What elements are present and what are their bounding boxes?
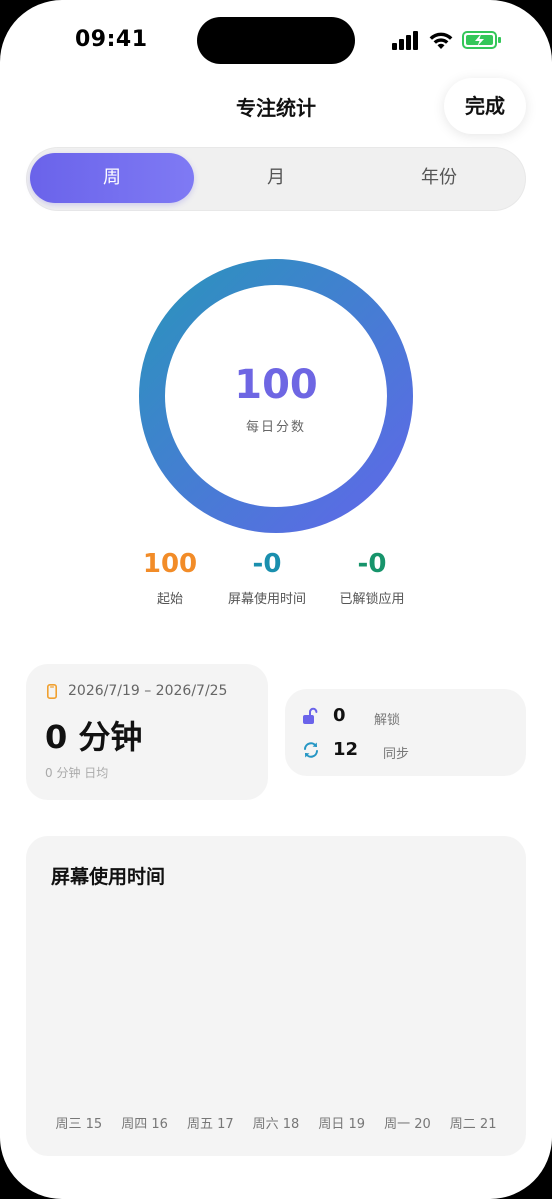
chart-x-tick-label: 周三 15 — [56, 1117, 103, 1132]
chart-x-tick-label: 周六 18 — [253, 1117, 300, 1132]
chart-x-tick-label: 周二 21 — [450, 1117, 497, 1132]
stat-unlocked-apps-value: -0 — [357, 549, 387, 579]
period-segmented-control: 周 月 年份 — [26, 147, 526, 211]
chart-x-tick-label: 周一 20 — [384, 1117, 431, 1132]
tab-week[interactable]: 周 — [30, 153, 194, 203]
unlocks-label: 解锁 — [374, 713, 401, 728]
done-button[interactable]: 完成 — [444, 78, 526, 134]
total-screen-time: 0 分钟 — [45, 718, 143, 756]
stat-unlocked-apps: -0 已解锁应用 — [302, 548, 442, 607]
status-icons — [392, 30, 504, 52]
unlock-sync-card: 0 解锁 12 同步 — [285, 689, 526, 776]
syncs-count: 12 — [333, 739, 359, 760]
navigation-bar: 专注统计 完成 — [0, 78, 552, 134]
unlocks-count: 0 — [333, 705, 346, 726]
chart-x-tick-label: 周日 19 — [318, 1117, 365, 1132]
daily-score-value: 100 — [234, 362, 318, 408]
wifi-icon — [428, 30, 454, 54]
screen-time-chart-card: 屏幕使用时间 周三 15 周四 16 周五 17 周六 18 周日 19 周一 20 周二 … — [26, 836, 526, 1156]
unlock-icon — [302, 707, 320, 725]
tab-year[interactable]: 年份 — [357, 153, 521, 203]
daily-score-label: 每日分数 — [245, 420, 306, 435]
date-range: 2026/7/19 – 2026/7/25 — [68, 683, 228, 699]
weekly-summary-card[interactable]: 2026/7/19 – 2026/7/25 0 分钟 0 分钟 日均 — [26, 664, 268, 800]
app-screen: 09:41 专注统计 完成 周 月 年份 100 每日分数 100 起始 -0 … — [0, 0, 552, 1199]
tab-month[interactable]: 月 — [194, 153, 358, 203]
screen-time-chart: 周三 15 周四 16 周五 17 周六 18 周日 19 周一 20 周二 21 — [56, 1117, 497, 1132]
stat-unlocked-apps-label: 已解锁应用 — [339, 592, 405, 607]
cellular-signal-icon — [392, 30, 420, 54]
status-time: 09:41 — [75, 27, 148, 52]
battery-charging-icon — [462, 30, 502, 54]
chart-x-tick-label: 周四 16 — [121, 1117, 168, 1132]
daily-average: 0 分钟 日均 — [45, 766, 109, 780]
syncs-label: 同步 — [383, 747, 410, 762]
chart-x-tick-label: 周五 17 — [187, 1117, 234, 1132]
phone-icon — [47, 684, 57, 699]
sync-icon — [302, 741, 320, 759]
status-bar: 09:41 — [0, 0, 552, 80]
dynamic-island — [197, 17, 355, 64]
